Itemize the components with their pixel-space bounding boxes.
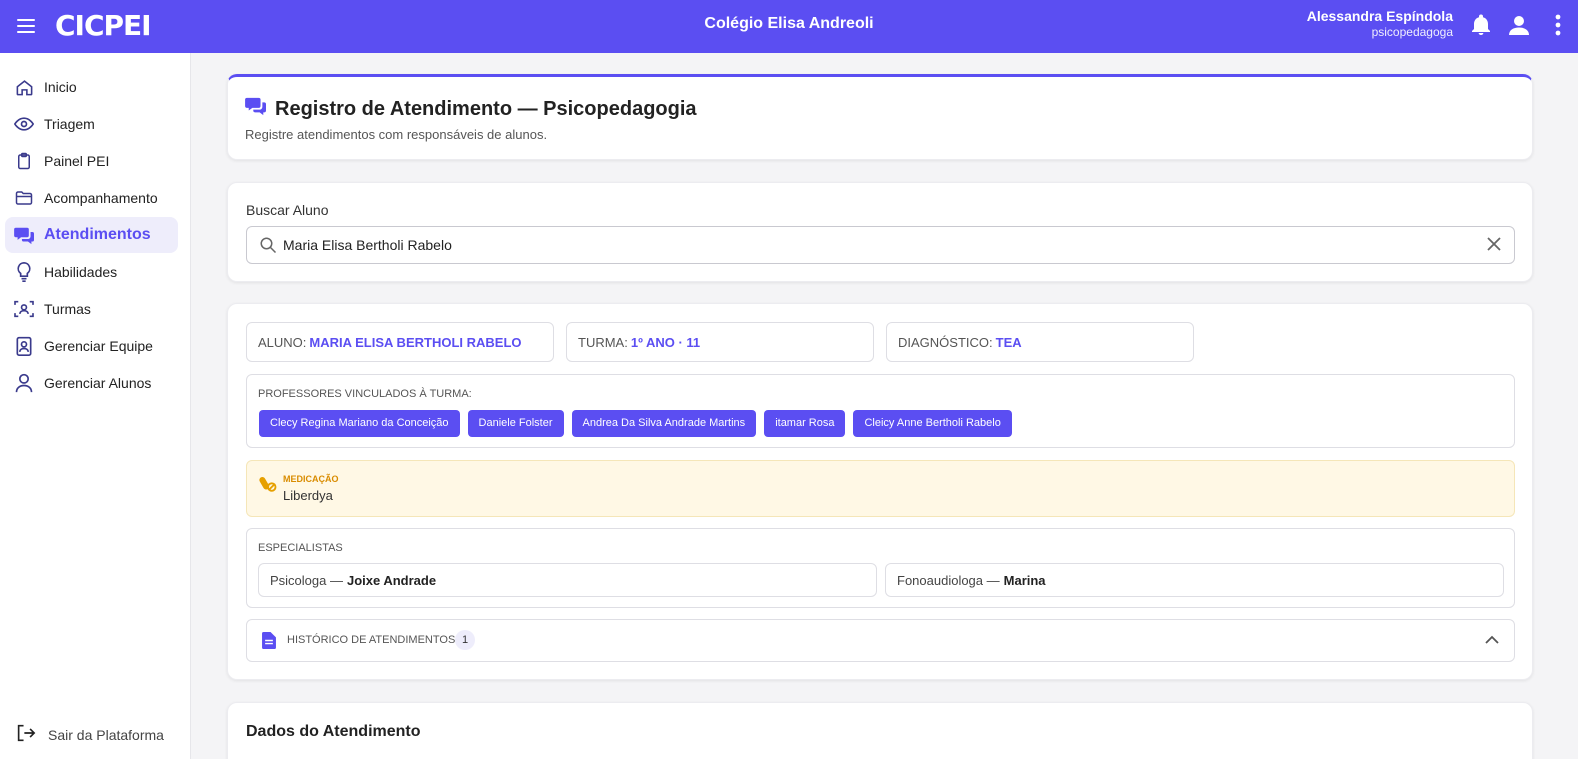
professor-chip[interactable]: itamar Rosa [764, 410, 846, 437]
page-title-text: Registro de Atendimento — Psicopedagogia [275, 97, 697, 120]
sidebar-item-triagem[interactable]: Triagem [5, 106, 178, 142]
historico-toggle[interactable]: HISTÓRICO DE ATENDIMENTOS 1 [246, 619, 1515, 662]
clipboard-icon [13, 150, 35, 172]
especialista-item: Psicologa — Joixe Andrade [258, 563, 877, 597]
professores-box: PROFESSORES VINCULADOS À TURMA: Clecy Re… [246, 374, 1515, 448]
especialista-name: Marina [1003, 572, 1046, 588]
sidebar-item-label: Turmas [44, 301, 91, 317]
turma-label: TURMA: [578, 334, 628, 350]
chat-icon [13, 224, 35, 246]
chevron-up-icon[interactable] [1484, 632, 1500, 653]
diagnostico-box: DIAGNÓSTICO: TEA [886, 322, 1194, 362]
dados-title: Dados do Atendimento [246, 723, 421, 740]
sidebar-item-inicio[interactable]: Inicio [5, 69, 178, 105]
especialista-item: Fonoaudiologa — Marina [885, 563, 1504, 597]
pills-icon [259, 475, 277, 498]
sidebar-item-atendimentos[interactable]: Atendimentos [5, 217, 178, 253]
search-label: Buscar Aluno [246, 202, 329, 218]
eye-icon [13, 113, 35, 135]
sidebar-item-label: Inicio [44, 79, 77, 95]
user-name: Alessandra Espíndola [1306, 8, 1453, 24]
sidebar-item-label: Atendimentos [44, 226, 151, 243]
sidebar-item-label: Painel PEI [44, 153, 110, 169]
diagnostico-value: TEA [995, 334, 1022, 350]
account-icon[interactable] [1506, 12, 1532, 38]
home-icon [13, 76, 35, 98]
medicacao-title: MEDICAÇÃO [283, 474, 339, 484]
person-icon [13, 372, 35, 394]
historico-count-badge: 1 [455, 630, 475, 650]
medicacao-value: Liberdya [283, 488, 333, 503]
professor-chip[interactable]: Andrea Da Silva Andrade Martins [571, 410, 757, 437]
clear-icon[interactable] [1486, 236, 1502, 257]
sidebar-item-label: Habilidades [44, 264, 118, 280]
diagnostico-label: DIAGNÓSTICO: [898, 334, 993, 350]
folder-icon [13, 187, 35, 209]
bell-icon[interactable] [1468, 12, 1494, 38]
chat-icon [245, 96, 267, 122]
search-icon [259, 236, 277, 259]
sidebar-item-habilidades[interactable]: Habilidades [5, 254, 178, 290]
professor-chip[interactable]: Daniele Folster [467, 410, 564, 437]
group-icon [13, 298, 35, 320]
sidebar-item-label: Gerenciar Alunos [44, 375, 152, 391]
sidebar-item-gerenciar-equipe[interactable]: Gerenciar Equipe [5, 328, 178, 364]
especialistas-box: ESPECIALISTAS Psicologa — Joixe Andrade … [246, 528, 1515, 608]
page-title: Registro de Atendimento — Psicopedagogia [245, 96, 697, 122]
medicacao-box: MEDICAÇÃO Liberdya [246, 460, 1515, 517]
turma-value: 1º ANO · 11 [630, 334, 701, 350]
turma-box: TURMA: 1º ANO · 11 [566, 322, 874, 362]
especialista-role: Fonoaudiologa — [897, 572, 1000, 588]
historico-title: HISTÓRICO DE ATENDIMENTOS [287, 634, 456, 646]
aluno-box: ALUNO: MARIA ELISA BERTHOLI RABELO [246, 322, 554, 362]
professores-title: PROFESSORES VINCULADOS À TURMA: [258, 388, 472, 400]
sidebar-item-acompanhamento[interactable]: Acompanhamento [5, 180, 178, 216]
top-bar: CICPEI Colégio Elisa Andreoli Alessandra… [0, 0, 1578, 53]
page-subtitle: Registre atendimentos com responsáveis d… [245, 127, 548, 142]
logout-button[interactable]: Sair da Plataforma [16, 724, 164, 745]
student-info-card: ALUNO: MARIA ELISA BERTHOLI RABELO TURMA… [227, 303, 1533, 680]
sidebar-item-label: Acompanhamento [44, 190, 158, 206]
more-options-icon[interactable] [1545, 12, 1571, 38]
dados-atendimento-card: Dados do Atendimento [227, 702, 1533, 759]
search-card: Buscar Aluno [227, 182, 1533, 282]
sidebar-item-painel-pei[interactable]: Painel PEI [5, 143, 178, 179]
professores-chips: Clecy Regina Mariano da Conceição Daniel… [259, 410, 1012, 437]
sidebar-item-label: Gerenciar Equipe [44, 338, 153, 354]
logout-icon [16, 724, 36, 745]
document-icon [262, 632, 276, 654]
logout-label: Sair da Plataforma [48, 726, 164, 743]
user-info: Alessandra Espíndola psicopedagoga [1307, 8, 1453, 40]
search-field[interactable] [246, 226, 1515, 264]
search-input[interactable] [283, 227, 1463, 263]
lightbulb-icon [13, 261, 35, 283]
especialista-role: Psicologa — [270, 572, 343, 588]
professor-chip[interactable]: Cleicy Anne Bertholi Rabelo [853, 410, 1012, 437]
aluno-label: ALUNO: [258, 334, 307, 350]
page-header-card: Registro de Atendimento — Psicopedagogia… [227, 74, 1533, 160]
sidebar-item-label: Triagem [44, 116, 95, 132]
user-role: psicopedagoga [1371, 25, 1453, 39]
aluno-value: MARIA ELISA BERTHOLI RABELO [309, 334, 522, 350]
sidebar-item-turmas[interactable]: Turmas [5, 291, 178, 327]
professor-chip[interactable]: Clecy Regina Mariano da Conceição [259, 410, 460, 437]
badge-icon [13, 335, 35, 357]
especialista-name: Joixe Andrade [346, 572, 437, 588]
sidebar-item-gerenciar-alunos[interactable]: Gerenciar Alunos [5, 365, 178, 401]
sidebar: Inicio Triagem Painel PEI Acompanhamento… [0, 53, 191, 759]
especialistas-title: ESPECIALISTAS [258, 542, 343, 554]
sidebar-nav: Inicio Triagem Painel PEI Acompanhamento… [0, 53, 190, 401]
